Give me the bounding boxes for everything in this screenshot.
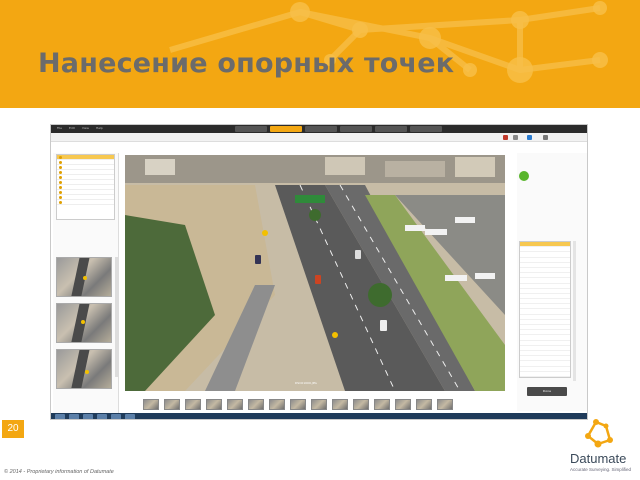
gcp-marker-icon <box>59 170 62 174</box>
photo-thumbnails <box>56 257 114 395</box>
logo-tagline: Accurate Surveying. Simplified <box>570 467 632 472</box>
film-frame[interactable] <box>164 399 180 410</box>
table-scrollbar[interactable] <box>573 241 576 381</box>
menu-item[interactable]: Edit <box>69 126 75 130</box>
aerial-photo-view[interactable]: DSC01000.JPG <box>125 155 505 391</box>
menu-item[interactable]: View <box>82 126 89 130</box>
settings-icon[interactable] <box>543 135 548 140</box>
slide-page-number: 20 <box>2 420 24 438</box>
taskbar-app-icon[interactable] <box>111 414 121 419</box>
film-frame[interactable] <box>311 399 327 410</box>
film-frame[interactable] <box>227 399 243 410</box>
gcp-marker-icon <box>59 195 62 199</box>
gcp-marker-icon <box>85 370 89 374</box>
photo-thumbnail[interactable] <box>56 303 112 343</box>
photo-filename: DSC01000.JPG <box>295 381 317 385</box>
film-frame[interactable] <box>269 399 285 410</box>
app-menu: File Edit View Help <box>57 126 103 130</box>
gcp-marker-icon <box>59 155 62 159</box>
slide-footer: © 2014 - Proprietary information of Datu… <box>4 469 114 475</box>
gcp-marker-icon <box>59 160 62 164</box>
gcp-panel <box>53 153 119 419</box>
app-screenshot: File Edit View Help DSC01000.JPG Done <box>50 124 588 420</box>
gcp-list <box>56 154 115 220</box>
photo-filmstrip <box>143 399 473 411</box>
film-frame[interactable] <box>206 399 222 410</box>
aerial-photo-illustration <box>125 155 505 391</box>
road-thumbnail-shape <box>69 350 91 388</box>
step-tab-1[interactable] <box>235 126 267 132</box>
windows-taskbar <box>51 413 587 419</box>
film-frame[interactable] <box>374 399 390 410</box>
help-icon[interactable] <box>527 135 532 140</box>
gcp-row[interactable] <box>57 200 114 205</box>
step-tab-3[interactable] <box>305 126 337 132</box>
film-frame[interactable] <box>248 399 264 410</box>
step-tab-4[interactable] <box>340 126 372 132</box>
photo-thumbnail[interactable] <box>56 257 112 297</box>
gcp-marker-icon <box>81 320 85 324</box>
film-frame[interactable] <box>437 399 453 410</box>
film-frame[interactable] <box>290 399 306 410</box>
road-thumbnail-shape <box>69 304 91 342</box>
gcp-marker-icon <box>59 165 62 169</box>
menu-item[interactable]: Help <box>96 126 103 130</box>
slide-header: Нанесение опорных точек <box>0 0 640 108</box>
menu-item[interactable]: File <box>57 126 62 130</box>
thumbnail-scrollbar[interactable] <box>115 257 118 377</box>
gcp-marker-icon <box>59 200 62 204</box>
film-frame[interactable] <box>185 399 201 410</box>
app-title-bar: File Edit View Help <box>51 125 587 133</box>
gcp-marker-icon <box>59 185 62 189</box>
step-tab-6[interactable] <box>410 126 442 132</box>
taskbar-app-icon[interactable] <box>97 414 107 419</box>
step-tab-5[interactable] <box>375 126 407 132</box>
taskbar-app-icon[interactable] <box>83 414 93 419</box>
film-frame[interactable] <box>143 399 159 410</box>
film-frame[interactable] <box>416 399 432 410</box>
gcp-marker-icon <box>59 175 62 179</box>
step-tab-2-active[interactable] <box>270 126 302 132</box>
coordinates-table <box>519 241 571 378</box>
photo-thumbnail[interactable] <box>56 349 112 389</box>
taskbar-app-icon[interactable] <box>125 414 135 419</box>
done-button[interactable]: Done <box>527 387 567 396</box>
slide: Нанесение опорных точек File Edit View H… <box>0 0 640 480</box>
logo-name: Datumate <box>570 451 627 466</box>
workflow-steps <box>235 126 442 132</box>
alert-icon[interactable] <box>503 135 508 140</box>
table-row[interactable] <box>520 372 570 377</box>
user-icon[interactable] <box>513 135 518 140</box>
gcp-marker-icon <box>59 180 62 184</box>
status-ok-icon <box>519 171 529 181</box>
taskbar-app-icon[interactable] <box>69 414 79 419</box>
film-frame[interactable] <box>332 399 348 410</box>
slide-title: Нанесение опорных точек <box>38 48 455 79</box>
gcp-marker-icon <box>83 276 87 280</box>
gcp-coordinates-panel: Done <box>517 153 587 411</box>
film-frame[interactable] <box>353 399 369 410</box>
start-icon[interactable] <box>55 414 65 419</box>
gcp-marker-icon <box>59 190 62 194</box>
road-thumbnail-shape <box>69 258 91 296</box>
film-frame[interactable] <box>395 399 411 410</box>
app-toolbar <box>51 133 587 142</box>
